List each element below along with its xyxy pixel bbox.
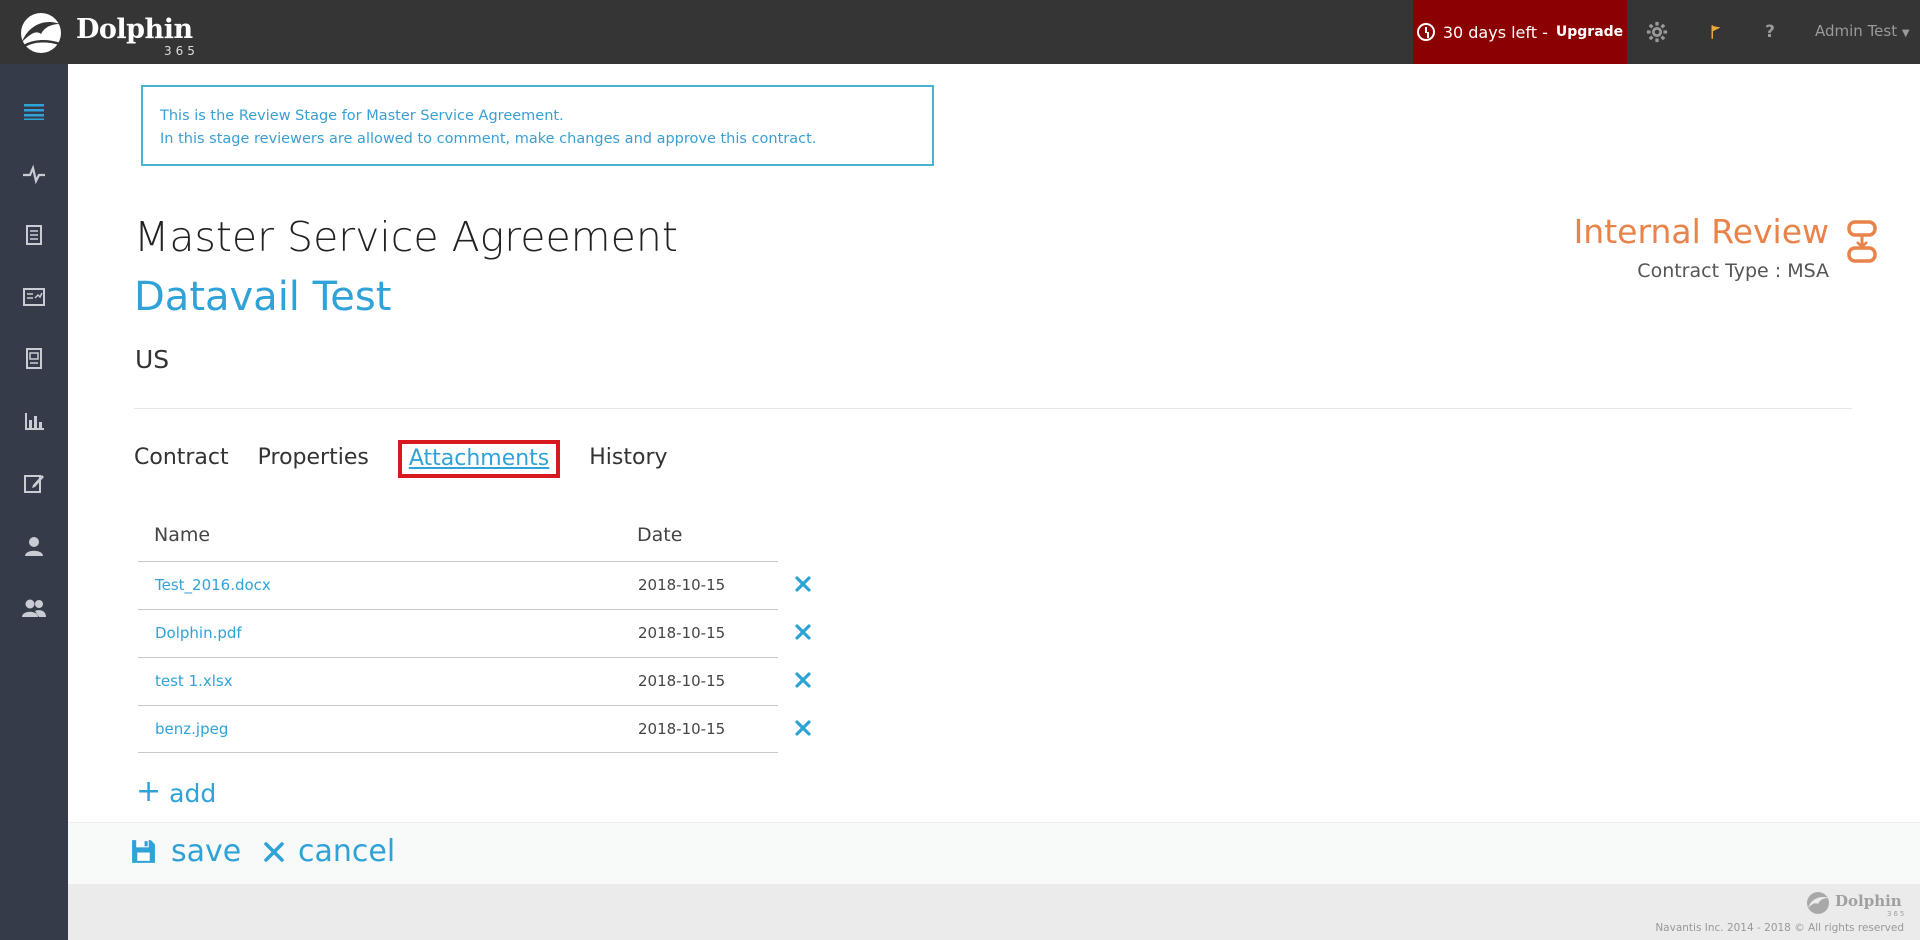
contract-title: Master Service Agreement: [134, 213, 678, 261]
close-icon: [264, 841, 284, 862]
footer-brand: Dolphin: [1835, 892, 1902, 910]
attachment-link[interactable]: Test_2016.docx: [155, 576, 271, 594]
users-icon: [22, 599, 46, 617]
footer-brand-sub: 365: [1887, 910, 1907, 918]
save-label: save: [171, 834, 242, 869]
attachment-date: 2018-10-15: [638, 624, 726, 642]
sidebar-item-user[interactable]: [18, 530, 50, 562]
brand-sub: 365: [164, 44, 199, 58]
column-header-name: Name: [154, 524, 211, 546]
contract-type: Contract Type : MSA: [1637, 260, 1829, 282]
menu-icon: [24, 104, 44, 120]
sidebar-item-documents[interactable]: [18, 219, 50, 251]
upgrade-label: Upgrade: [1555, 24, 1624, 40]
flag-icon[interactable]: [1702, 18, 1730, 46]
documents-icon: [26, 225, 42, 245]
attachment-link[interactable]: benz.jpeg: [155, 720, 228, 738]
user-icon: [25, 537, 43, 556]
attachment-date: 2018-10-15: [638, 720, 726, 738]
delete-attachment-icon[interactable]: [793, 670, 813, 690]
tab-properties[interactable]: Properties: [258, 445, 369, 478]
copyright-text: Navantis Inc. 2014 - 2018 © All rights r…: [1655, 922, 1904, 934]
table-row: benz.jpeg 2018-10-15: [138, 705, 778, 753]
gear-icon[interactable]: [1643, 18, 1671, 46]
table-row: Test_2016.docx 2018-10-15: [138, 561, 778, 609]
save-button[interactable]: save: [130, 834, 241, 869]
help-icon[interactable]: ?: [1756, 18, 1784, 46]
table-row: Dolphin.pdf 2018-10-15: [138, 609, 778, 657]
cancel-button[interactable]: cancel: [262, 834, 395, 869]
table-row: test 1.xlsx 2018-10-15: [138, 657, 778, 705]
user-name: Admin Test: [1815, 22, 1898, 40]
tab-contract[interactable]: Contract: [134, 445, 229, 478]
sidebar-item-reports[interactable]: [18, 405, 50, 437]
dashboard-card-icon: [23, 288, 45, 306]
brand-name: Dolphin: [76, 14, 193, 45]
attachment-date: 2018-10-15: [638, 672, 726, 690]
sidebar-item-activity[interactable]: [18, 158, 50, 190]
tab-history[interactable]: History: [589, 445, 667, 478]
delete-attachment-icon[interactable]: [793, 574, 813, 594]
clock-icon: [1416, 23, 1435, 41]
stage-status: Internal Review: [1573, 212, 1829, 251]
header-divider: [134, 408, 1852, 409]
delete-attachment-icon[interactable]: [793, 622, 813, 642]
app-logo[interactable]: Dolphin 365: [14, 12, 195, 58]
contract-party: Datavail Test: [134, 274, 392, 320]
floppy-disk-icon: [132, 840, 155, 863]
info-line-2: In this stage reviewers are allowed to c…: [160, 131, 817, 147]
trial-upgrade-button[interactable]: 30 days left - Upgrade: [1413, 0, 1627, 64]
attachment-link[interactable]: Dolphin.pdf: [155, 624, 242, 642]
workflow-icon[interactable]: [1846, 219, 1878, 265]
attachment-link[interactable]: test 1.xlsx: [155, 672, 233, 690]
delete-attachment-icon[interactable]: [793, 718, 813, 738]
tab-bar: Contract Properties Attachments History: [134, 440, 697, 478]
attachment-date: 2018-10-15: [638, 576, 726, 594]
chevron-down-icon: ▼: [1901, 28, 1910, 39]
page-footer: [68, 884, 1920, 940]
add-attachment-button[interactable]: + add: [136, 773, 217, 809]
contracts-icon: [26, 348, 42, 369]
plus-icon: +: [136, 773, 162, 809]
sidebar-item-contracts[interactable]: [18, 343, 50, 375]
info-line-1: This is the Review Stage for Master Serv…: [160, 108, 564, 124]
user-menu[interactable]: Admin Test ▼: [1815, 22, 1910, 40]
sidebar-item-menu[interactable]: [18, 95, 50, 127]
dolphin-logo-icon: [1807, 892, 1829, 914]
stage-info-box: This is the Review Stage for Master Serv…: [141, 85, 934, 166]
edit-icon: [24, 475, 44, 493]
footer-logo: Dolphin 365: [1803, 891, 1907, 918]
add-label: add: [169, 779, 217, 808]
sidebar-item-edit[interactable]: [18, 467, 50, 499]
trial-text: 30 days left -: [1442, 22, 1548, 42]
contract-region: US: [135, 345, 170, 374]
bar-chart-icon: [25, 413, 44, 430]
pulse-icon: [23, 164, 45, 185]
sidebar: [0, 64, 68, 940]
sidebar-item-users[interactable]: [18, 592, 50, 624]
sidebar-item-dashboard[interactable]: [18, 281, 50, 313]
cancel-label: cancel: [298, 834, 396, 869]
column-header-date: Date: [637, 524, 683, 546]
tab-attachments[interactable]: Attachments: [397, 440, 561, 478]
top-bar: Dolphin 365 30 days left - Upgrade ? Adm…: [0, 0, 1920, 64]
dolphin-logo-icon: [21, 13, 61, 53]
